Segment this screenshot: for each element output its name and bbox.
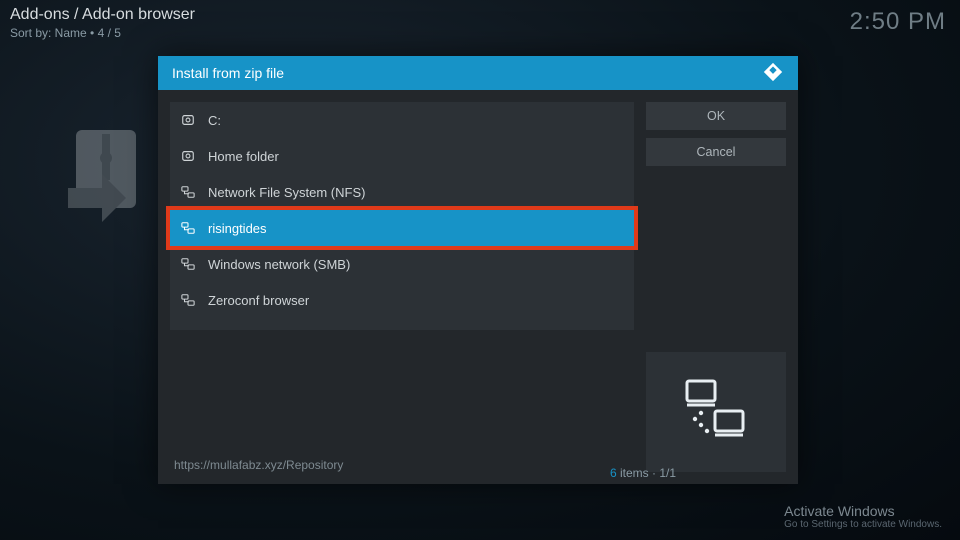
windows-activation-watermark: Activate Windows Go to Settings to activ…	[784, 503, 942, 530]
watermark-subtitle: Go to Settings to activate Windows.	[784, 519, 942, 530]
list-item[interactable]: Windows network (SMB)	[170, 246, 634, 282]
list-item[interactable]: Home folder	[170, 138, 634, 174]
list-item-label: C:	[208, 113, 221, 128]
breadcrumb: Add-ons / Add-on browser	[10, 6, 950, 24]
net-icon	[180, 184, 196, 200]
sort-label: Sort by: Name	[10, 26, 87, 40]
net-icon	[180, 220, 196, 236]
drive-icon	[180, 112, 196, 128]
list-item[interactable]: Zeroconf browser	[170, 282, 634, 318]
list-item-label: Home folder	[208, 149, 279, 164]
list-item-label: risingtides	[208, 221, 267, 236]
source-list: C: Home folder Network File System (NFS) ri…	[170, 102, 634, 330]
footer-path: https://mullafabz.xyz/Repository	[170, 452, 634, 472]
dialog-title-bar: Install from zip file	[158, 56, 798, 90]
list-item-label: Network File System (NFS)	[208, 185, 365, 200]
list-item[interactable]: Network File System (NFS)	[170, 174, 634, 210]
pager: 6 items · 1/1	[610, 466, 676, 480]
list-item[interactable]: risingtides	[170, 210, 634, 246]
item-count: 6	[610, 466, 617, 480]
net-icon	[180, 256, 196, 272]
drive-icon	[180, 148, 196, 164]
list-position: 4 / 5	[98, 26, 121, 40]
list-item[interactable]: C:	[170, 102, 634, 138]
list-item-label: Zeroconf browser	[208, 293, 309, 308]
cancel-button[interactable]: Cancel	[646, 138, 786, 166]
dialog-title: Install from zip file	[172, 65, 284, 81]
watermark-title: Activate Windows	[784, 503, 942, 519]
sort-line: Sort by: Name • 4 / 5	[10, 26, 950, 40]
install-zip-dialog: Install from zip file C: Home folder Netwo…	[158, 56, 798, 484]
network-computers-icon	[681, 375, 751, 450]
kodi-logo-icon	[762, 61, 784, 86]
list-item-label: Windows network (SMB)	[208, 257, 350, 272]
clock: 2:50 PM	[850, 8, 946, 36]
net-icon	[180, 292, 196, 308]
screen-header: Add-ons / Add-on browser Sort by: Name •…	[10, 6, 950, 40]
ok-button[interactable]: OK	[646, 102, 786, 130]
preview-panel	[646, 352, 786, 472]
zip-install-icon	[66, 130, 156, 240]
